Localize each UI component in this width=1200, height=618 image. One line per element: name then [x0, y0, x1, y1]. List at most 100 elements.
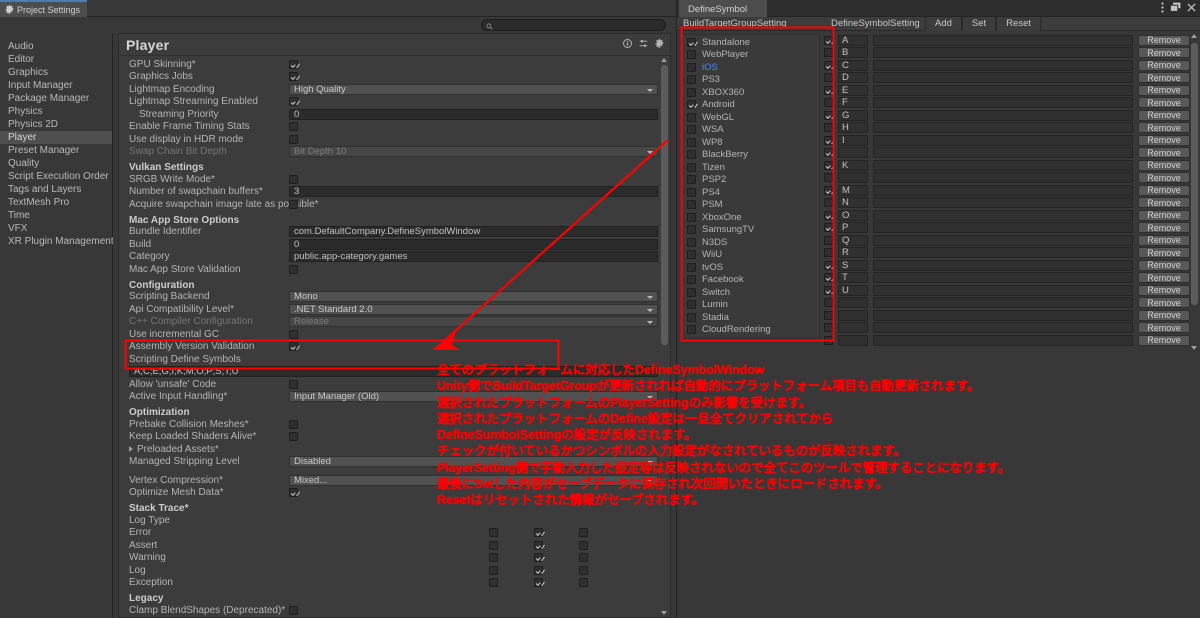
dropdown-scripting-backend[interactable]: Mono [289, 291, 658, 303]
remove-button[interactable]: Remove [1138, 172, 1190, 184]
remove-button[interactable]: Remove [1138, 184, 1190, 196]
symbol-value-input[interactable] [873, 309, 1133, 321]
platform-row-cloudrendering[interactable]: CloudRendering [681, 324, 819, 337]
platform-checkbox-psm[interactable] [687, 200, 696, 210]
search-input[interactable] [493, 20, 661, 30]
symbol-value-input[interactable] [873, 284, 1133, 296]
stack-checkbox-error-2[interactable] [579, 528, 588, 538]
symbol-enabled-checkbox[interactable] [824, 248, 833, 258]
symbol-name-input[interactable]: E [838, 84, 868, 96]
symbol-value-input[interactable] [873, 322, 1133, 334]
symbol-enabled-checkbox[interactable] [824, 210, 833, 220]
platform-row-xboxone[interactable]: XboxOne [681, 211, 819, 224]
platform-checkbox-wsa[interactable] [687, 125, 696, 135]
remove-button[interactable]: Remove [1138, 147, 1190, 159]
platform-row-psm[interactable]: PSM [681, 199, 819, 212]
platform-checkbox-samsungtv[interactable] [687, 225, 696, 235]
symbol-enabled-checkbox[interactable] [824, 198, 833, 208]
symbol-name-input[interactable]: H [838, 122, 868, 134]
platform-row-wsa[interactable]: WSA [681, 124, 819, 137]
remove-button[interactable]: Remove [1138, 234, 1190, 246]
stack-checkbox-warning-0[interactable] [489, 553, 498, 563]
symbol-name-input[interactable] [838, 172, 868, 184]
checkbox-enable-frame-timing-stats[interactable] [289, 122, 298, 132]
platform-row-samsungtv[interactable]: SamsungTV [681, 224, 819, 237]
platform-checkbox-facebook[interactable] [687, 275, 696, 285]
dropdown-c-compiler-configuration[interactable]: Release [289, 316, 658, 328]
symbol-enabled-checkbox[interactable] [824, 335, 833, 345]
inspector-scrollbar[interactable] [659, 57, 669, 616]
symbol-value-input[interactable] [873, 34, 1133, 46]
platform-row-standalone[interactable]: Standalone [681, 36, 819, 49]
remove-button[interactable]: Remove [1138, 59, 1190, 71]
input-build[interactable]: 0 [289, 238, 658, 250]
platform-row-webgl[interactable]: WebGL [681, 111, 819, 124]
platform-checkbox-n3ds[interactable] [687, 237, 696, 247]
stack-checkbox-log-2[interactable] [579, 565, 588, 575]
symbol-enabled-checkbox[interactable] [824, 35, 833, 45]
stack-checkbox-warning-1[interactable] [534, 553, 543, 563]
symbol-enabled-checkbox[interactable] [824, 135, 833, 145]
symbol-list-scrollbar[interactable] [1190, 33, 1199, 351]
symbol-name-input[interactable]: M [838, 184, 868, 196]
platform-checkbox-ps3[interactable] [687, 75, 696, 85]
sidebar-item-graphics[interactable]: Graphics [0, 66, 112, 79]
platform-checkbox-switch[interactable] [687, 287, 696, 297]
stack-checkbox-error-0[interactable] [489, 528, 498, 538]
chevron-right-icon[interactable] [129, 446, 133, 453]
sidebar-item-package-manager[interactable]: Package Manager [0, 92, 112, 105]
symbol-name-input[interactable]: A [838, 34, 868, 46]
symbol-value-input[interactable] [873, 109, 1133, 121]
symbol-enabled-checkbox[interactable] [824, 98, 833, 108]
symbol-name-input[interactable]: K [838, 159, 868, 171]
checkbox-use-display-in-hdr-mode[interactable] [289, 134, 298, 144]
remove-button[interactable]: Remove [1138, 334, 1190, 346]
platform-checkbox-android[interactable] [687, 100, 696, 110]
symbol-name-input[interactable]: G [838, 109, 868, 121]
platform-row-switch[interactable]: Switch [681, 286, 819, 299]
symbol-name-input[interactable]: F [838, 97, 868, 109]
symbol-value-input[interactable] [873, 259, 1133, 271]
scrollbar-thumb[interactable] [661, 65, 668, 345]
remove-button[interactable]: Remove [1138, 72, 1190, 84]
sidebar-item-input-manager[interactable]: Input Manager [0, 79, 112, 92]
sidebar-item-textmesh-pro[interactable]: TextMesh Pro [0, 196, 112, 209]
checkbox-optimize-mesh-data[interactable] [289, 488, 298, 498]
info-icon[interactable] [623, 38, 632, 51]
symbol-value-input[interactable] [873, 122, 1133, 134]
checkbox-acquire-swapchain-image-late-as-possible[interactable] [289, 199, 298, 209]
symbol-name-input[interactable] [838, 297, 868, 309]
sidebar-item-physics-2d[interactable]: Physics 2D [0, 118, 112, 131]
sidebar-item-quality[interactable]: Quality [0, 157, 112, 170]
sidebar-item-audio[interactable]: Audio [0, 40, 112, 53]
remove-button[interactable]: Remove [1138, 309, 1190, 321]
platform-checkbox-webplayer[interactable] [687, 50, 696, 60]
stack-checkbox-error-1[interactable] [534, 528, 543, 538]
symbol-value-input[interactable] [873, 247, 1133, 259]
scroll-up-arrow-icon[interactable] [1191, 34, 1197, 38]
dropdown-swap-chain-bit-depth[interactable]: Bit Depth 10 [289, 146, 658, 158]
symbol-enabled-checkbox[interactable] [824, 223, 833, 233]
sidebar-item-physics[interactable]: Physics [0, 105, 112, 118]
symbol-enabled-checkbox[interactable] [824, 73, 833, 83]
reset-button[interactable]: Reset [996, 16, 1041, 31]
symbol-enabled-checkbox[interactable] [824, 110, 833, 120]
symbol-name-input[interactable]: R [838, 247, 868, 259]
symbol-enabled-checkbox[interactable] [824, 85, 833, 95]
checkbox-prebake-collision-meshes[interactable] [289, 419, 298, 429]
symbol-enabled-checkbox[interactable] [824, 60, 833, 70]
symbol-enabled-checkbox[interactable] [824, 48, 833, 58]
symbol-enabled-checkbox[interactable] [824, 148, 833, 158]
symbol-enabled-checkbox[interactable] [824, 298, 833, 308]
stack-checkbox-warning-2[interactable] [579, 553, 588, 563]
symbol-name-input[interactable] [838, 334, 868, 346]
platform-row-android[interactable]: Android [681, 99, 819, 112]
remove-button[interactable]: Remove [1138, 259, 1190, 271]
remove-button[interactable]: Remove [1138, 159, 1190, 171]
sidebar-item-time[interactable]: Time [0, 209, 112, 222]
checkbox-lightmap-streaming-enabled[interactable] [289, 97, 298, 107]
remove-button[interactable]: Remove [1138, 134, 1190, 146]
symbol-value-input[interactable] [873, 59, 1133, 71]
remove-button[interactable]: Remove [1138, 209, 1190, 221]
platform-checkbox-cloudrendering[interactable] [687, 325, 696, 335]
